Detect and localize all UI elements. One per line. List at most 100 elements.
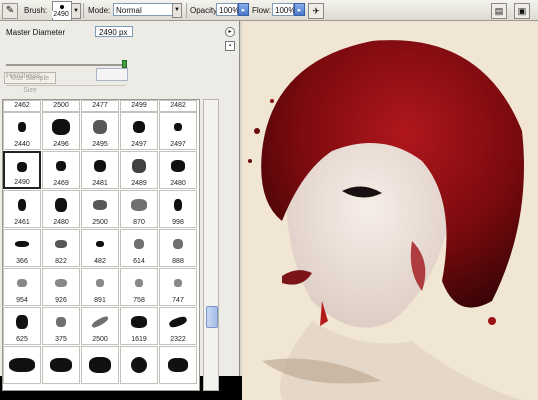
- brush-preset-cell[interactable]: 870: [120, 190, 158, 228]
- canvas-artwork[interactable]: [242, 21, 538, 400]
- master-diameter-input[interactable]: 2490 px: [95, 26, 133, 37]
- brush-preset-cell[interactable]: 2477: [81, 100, 119, 112]
- brush-preset-cell[interactable]: 2469: [42, 151, 80, 189]
- brush-splatter-icon: [15, 241, 29, 248]
- mode-label: Mode:: [88, 6, 111, 15]
- separator: [83, 3, 84, 18]
- brush-splatter-icon: [174, 199, 182, 212]
- brush-size-label: 998: [172, 219, 184, 226]
- brush-size-label: 366: [16, 258, 28, 265]
- brush-preset-cell[interactable]: 2480: [42, 190, 80, 228]
- brush-size-label: 2481: [92, 180, 108, 187]
- brush-preset-cell[interactable]: 2495: [81, 112, 119, 150]
- brush-splatter-icon: [131, 199, 147, 212]
- brush-preset-cell[interactable]: 2440: [3, 112, 41, 150]
- opacity-slider-button[interactable]: ▸: [238, 3, 249, 16]
- brush-preset-cell[interactable]: 2500: [81, 190, 119, 228]
- brush-size-label: 2496: [53, 141, 69, 148]
- brush-preset-cell[interactable]: 375: [42, 307, 80, 345]
- brush-size-label: 2469: [53, 180, 69, 187]
- brush-preset-cell[interactable]: [81, 346, 119, 384]
- brush-preset-cell[interactable]: 2499: [120, 100, 158, 112]
- brush-preset-cell[interactable]: 747: [159, 268, 197, 306]
- palette-well-icon[interactable]: ▤: [491, 3, 507, 19]
- brush-preset-cell[interactable]: 822: [42, 229, 80, 267]
- brush-preset-cell[interactable]: 2480: [159, 151, 197, 189]
- brush-picker-panel: Master Diameter 2490 px ▸ ▪ Use Sample S…: [0, 21, 240, 391]
- brush-size-label: 2461: [14, 219, 30, 226]
- brush-preset-cell[interactable]: 2496: [42, 112, 80, 150]
- brush-label: Brush:: [24, 6, 48, 15]
- brush-splatter-icon: [56, 317, 66, 328]
- brush-preset-cell[interactable]: 888: [159, 229, 197, 267]
- brush-preset-cell[interactable]: [120, 346, 158, 384]
- brush-splatter-icon: [94, 160, 106, 173]
- airbrush-icon[interactable]: ✈: [308, 3, 324, 19]
- brush-preset-cell[interactable]: [159, 346, 197, 384]
- flow-input[interactable]: 100%: [272, 3, 295, 16]
- brush-preset-cell[interactable]: 891: [81, 268, 119, 306]
- panel-menu-icon[interactable]: ▸: [225, 27, 235, 37]
- brush-preset-cell[interactable]: 2461: [3, 190, 41, 228]
- brush-size-label: 2489: [131, 180, 147, 187]
- brush-preset-cell[interactable]: 2500: [42, 100, 80, 112]
- options-bar: ✎ Brush: 2490 ▼ Mode: Normal ▼ Opacity: …: [0, 0, 538, 21]
- brush-stroke-icon: [90, 315, 110, 330]
- brush-preset-cell[interactable]: 2462: [3, 100, 41, 112]
- brush-preset-cell[interactable]: 1619: [120, 307, 158, 345]
- brush-preset-cell[interactable]: 366: [3, 229, 41, 267]
- brush-dropdown-arrow[interactable]: ▼: [71, 3, 81, 19]
- brush-tool-icon[interactable]: ✎: [2, 3, 18, 19]
- brush-preset-cell-selected[interactable]: 2490: [3, 151, 41, 189]
- brush-grid-scrollbar[interactable]: [203, 99, 219, 391]
- brush-preset-cell[interactable]: 2322: [159, 307, 197, 345]
- brush-size-label: 625: [16, 336, 28, 343]
- brush-size-label: 375: [55, 336, 67, 343]
- brush-size-label: 2480: [53, 219, 69, 226]
- diameter-slider-track[interactable]: [6, 64, 126, 66]
- mode-dropdown-arrow[interactable]: ▼: [172, 3, 182, 18]
- brush-preset-cell[interactable]: 926: [42, 268, 80, 306]
- brush-splatter-icon: [55, 240, 67, 249]
- brush-stroke-icon: [131, 316, 147, 329]
- brush-size-label: 888: [172, 258, 184, 265]
- mode-select[interactable]: Normal: [113, 3, 173, 16]
- new-preset-icon[interactable]: ▪: [225, 41, 235, 51]
- brush-size-value: 2490: [52, 11, 70, 18]
- brush-size-label: 2495: [92, 141, 108, 148]
- brush-splatter-icon: [135, 279, 143, 288]
- brush-splatter-icon: [18, 122, 26, 133]
- brush-splatter-icon: [132, 159, 146, 174]
- workspace-icon[interactable]: ▣: [514, 3, 530, 19]
- brush-preset-cell[interactable]: 2489: [120, 151, 158, 189]
- brush-preset-cell[interactable]: 758: [120, 268, 158, 306]
- brush-size-label: 891: [94, 297, 106, 304]
- brush-preset-cell[interactable]: [42, 346, 80, 384]
- brush-preset-cell[interactable]: 2500: [81, 307, 119, 345]
- hardness-slider-track: [6, 85, 126, 86]
- flow-slider-button[interactable]: ▸: [294, 3, 305, 16]
- brush-preset-cell[interactable]: 2497: [159, 112, 197, 150]
- brush-preset-cell[interactable]: 998: [159, 190, 197, 228]
- brush-preset-cell[interactable]: 2481: [81, 151, 119, 189]
- brush-size-label: 482: [94, 258, 106, 265]
- brush-splatter-icon: [174, 279, 182, 288]
- brush-preset-cell[interactable]: 2482: [159, 100, 197, 112]
- brush-splatter-icon: [173, 239, 183, 250]
- diameter-slider-thumb[interactable]: [122, 60, 127, 68]
- brush-size-label: 2482: [170, 102, 186, 109]
- brush-size-label: 614: [133, 258, 145, 265]
- brush-size-label: 2480: [170, 180, 186, 187]
- brush-splatter-icon: [52, 119, 70, 136]
- hardness-input[interactable]: [96, 68, 128, 81]
- scrollbar-thumb[interactable]: [206, 306, 218, 328]
- brush-size-label: 926: [55, 297, 67, 304]
- brush-preset-cell[interactable]: 954: [3, 268, 41, 306]
- brush-preset-cell[interactable]: 625: [3, 307, 41, 345]
- brush-preset-cell[interactable]: 614: [120, 229, 158, 267]
- brush-preset-cell[interactable]: [3, 346, 41, 384]
- brush-preset-cell[interactable]: 482: [81, 229, 119, 267]
- brush-preset-cell[interactable]: 2497: [120, 112, 158, 150]
- brush-splatter-icon: [93, 200, 107, 211]
- opacity-input[interactable]: 100%: [216, 3, 239, 16]
